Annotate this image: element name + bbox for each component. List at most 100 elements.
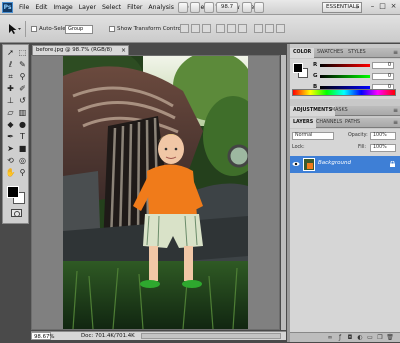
3d-orbit-tool-icon[interactable]: ◎ xyxy=(17,155,28,166)
panel-dock: COLOR SWATCHES STYLES ≡ R 0 G 0 B 0 ADJU… xyxy=(290,44,400,342)
new-group-icon[interactable]: ▭ xyxy=(366,334,374,341)
path-selection-tool-icon[interactable]: ➤ xyxy=(5,143,16,154)
foreground-color-swatch[interactable] xyxy=(7,186,19,198)
adjustments-panel-menu-icon[interactable]: ≡ xyxy=(393,106,398,116)
new-layer-icon[interactable]: ❐ xyxy=(376,334,384,341)
document-tab[interactable]: before.jpg @ 98.7% (RGB/8) × xyxy=(32,45,129,55)
color-spectrum-bar[interactable] xyxy=(292,89,396,96)
tab-paths[interactable]: PATHS xyxy=(342,118,363,128)
dodge-tool-icon[interactable]: ● xyxy=(17,119,28,130)
menu-filter[interactable]: Filter xyxy=(124,0,145,15)
document-size-info[interactable]: Doc: 701.4K/701.4K xyxy=(81,332,135,340)
quick-selection-tool-icon[interactable]: ✎ xyxy=(17,59,28,70)
blur-tool-icon[interactable]: ◆ xyxy=(5,119,16,130)
crop-tool-icon[interactable]: ⌗ xyxy=(5,71,16,82)
maximize-button[interactable]: □ xyxy=(378,2,387,12)
distribute-center-icon[interactable] xyxy=(265,24,274,33)
bridge-button[interactable] xyxy=(178,2,188,13)
lasso-tool-icon[interactable]: ℓ xyxy=(5,59,16,70)
tab-color[interactable]: COLOR xyxy=(290,48,315,58)
pen-tool-icon[interactable]: ✒ xyxy=(5,131,16,142)
layer-name[interactable]: Background xyxy=(318,160,351,166)
zoom-tool-icon[interactable]: ⚲ xyxy=(17,167,28,178)
eyedropper-tool-icon[interactable]: ⚲ xyxy=(17,71,28,82)
brush-tool-icon[interactable]: ✐ xyxy=(17,83,28,94)
3d-rotate-tool-icon[interactable]: ⟲ xyxy=(5,155,16,166)
color-panel-foreground-swatch[interactable] xyxy=(293,63,303,73)
marquee-tool-icon[interactable]: ⬚ xyxy=(17,47,28,58)
move-tool-icon[interactable]: ➚ xyxy=(5,47,16,58)
layers-panel-menu-icon[interactable]: ≡ xyxy=(393,118,398,128)
move-tool-icon xyxy=(9,24,21,34)
adjustment-layer-icon[interactable]: ◐ xyxy=(356,334,364,341)
shape-tool-icon[interactable]: ■ xyxy=(17,143,28,154)
history-brush-tool-icon[interactable]: ↺ xyxy=(17,95,28,106)
add-mask-icon[interactable]: ◘ xyxy=(346,334,354,341)
auto-select-checkbox[interactable] xyxy=(31,26,37,32)
visibility-eye-icon[interactable] xyxy=(292,160,300,168)
tab-masks[interactable]: MASKS xyxy=(328,106,351,116)
horizontal-scrollbar[interactable] xyxy=(141,333,281,339)
menu-edit[interactable]: Edit xyxy=(32,0,50,15)
layer-row[interactable]: Background xyxy=(290,156,400,173)
red-value-field[interactable]: 0 xyxy=(372,62,394,69)
tab-styles[interactable]: STYLES xyxy=(345,48,369,58)
align-vertical-center-icon[interactable] xyxy=(191,24,200,33)
eraser-tool-icon[interactable]: ▱ xyxy=(5,107,16,118)
align-top-icon[interactable] xyxy=(180,24,189,33)
minibridge-button[interactable] xyxy=(190,2,200,13)
show-transform-checkbox[interactable] xyxy=(109,26,115,32)
tab-channels[interactable]: CHANNELS xyxy=(313,118,345,128)
slider-label-g: G xyxy=(313,73,318,79)
green-value-field[interactable]: 0 xyxy=(372,73,394,80)
color-panel-menu-icon[interactable]: ≡ xyxy=(393,48,398,58)
application-bar: Ps File Edit Image Layer Select Filter Analysi… xyxy=(0,0,400,15)
menu-select[interactable]: Select xyxy=(99,0,124,15)
workspace-switcher[interactable]: ESSENTIALS xyxy=(322,2,362,13)
blend-mode-dropdown[interactable]: Normal xyxy=(292,132,334,140)
align-left-icon[interactable] xyxy=(216,24,225,33)
align-right-icon[interactable] xyxy=(238,24,247,33)
link-layers-icon[interactable]: ∞ xyxy=(326,334,334,341)
hand-tool-icon[interactable]: ✋ xyxy=(5,167,16,178)
layers-panel-tabs: LAYERS CHANNELS PATHS ≡ xyxy=(290,118,400,128)
vertical-scrollbar[interactable] xyxy=(281,55,286,330)
menu-file[interactable]: File xyxy=(16,0,32,15)
menu-analysis[interactable]: Analysis xyxy=(145,0,177,15)
fill-label: Fill: xyxy=(358,145,367,150)
fill-field[interactable]: 100% xyxy=(370,144,396,152)
align-horizontal-center-icon[interactable] xyxy=(227,24,236,33)
gradient-tool-icon[interactable]: ▥ xyxy=(17,107,28,118)
layers-panel-footer: ∞ ƒ ◘ ◐ ▭ ❐ 🗑 xyxy=(290,332,400,342)
document-photo xyxy=(63,56,248,329)
menu-layer[interactable]: Layer xyxy=(76,0,99,15)
delete-layer-icon[interactable]: 🗑 xyxy=(386,334,394,341)
menu-image[interactable]: Image xyxy=(50,0,75,15)
slider-label-r: R xyxy=(313,62,318,68)
status-zoom-field[interactable]: 98.67% xyxy=(31,332,55,340)
auto-select-dropdown[interactable]: Group xyxy=(65,25,93,34)
color-panel-tabs: COLOR SWATCHES STYLES ≡ xyxy=(290,48,400,58)
red-slider[interactable] xyxy=(320,64,370,67)
type-tool-icon[interactable]: T xyxy=(17,131,28,142)
minimize-button[interactable]: – xyxy=(368,2,377,12)
close-window-button[interactable]: × xyxy=(389,2,398,12)
document-close-icon[interactable]: × xyxy=(121,46,126,55)
status-bar: 98.67% Doc: 701.4K/701.4K xyxy=(31,331,286,340)
distribute-top-icon[interactable] xyxy=(254,24,263,33)
hand-tool-button[interactable] xyxy=(204,2,214,13)
canvas-area[interactable] xyxy=(31,55,280,330)
healing-brush-tool-icon[interactable]: ✚ xyxy=(5,83,16,94)
zoom-level-field[interactable]: 98.7 xyxy=(216,2,238,13)
layer-style-icon[interactable]: ƒ xyxy=(336,334,344,341)
distribute-bottom-icon[interactable] xyxy=(276,24,285,33)
arrange-documents-button[interactable] xyxy=(242,2,252,13)
align-bottom-icon[interactable] xyxy=(202,24,211,33)
tab-swatches[interactable]: SWATCHES xyxy=(314,48,346,58)
opacity-field[interactable]: 100% xyxy=(370,132,396,140)
screen-mode-button[interactable] xyxy=(254,2,264,13)
tool-preset-picker[interactable] xyxy=(4,21,26,37)
clone-stamp-tool-icon[interactable]: ⊥ xyxy=(5,95,16,106)
quick-mask-icon[interactable] xyxy=(11,209,22,217)
green-slider[interactable] xyxy=(320,75,370,78)
